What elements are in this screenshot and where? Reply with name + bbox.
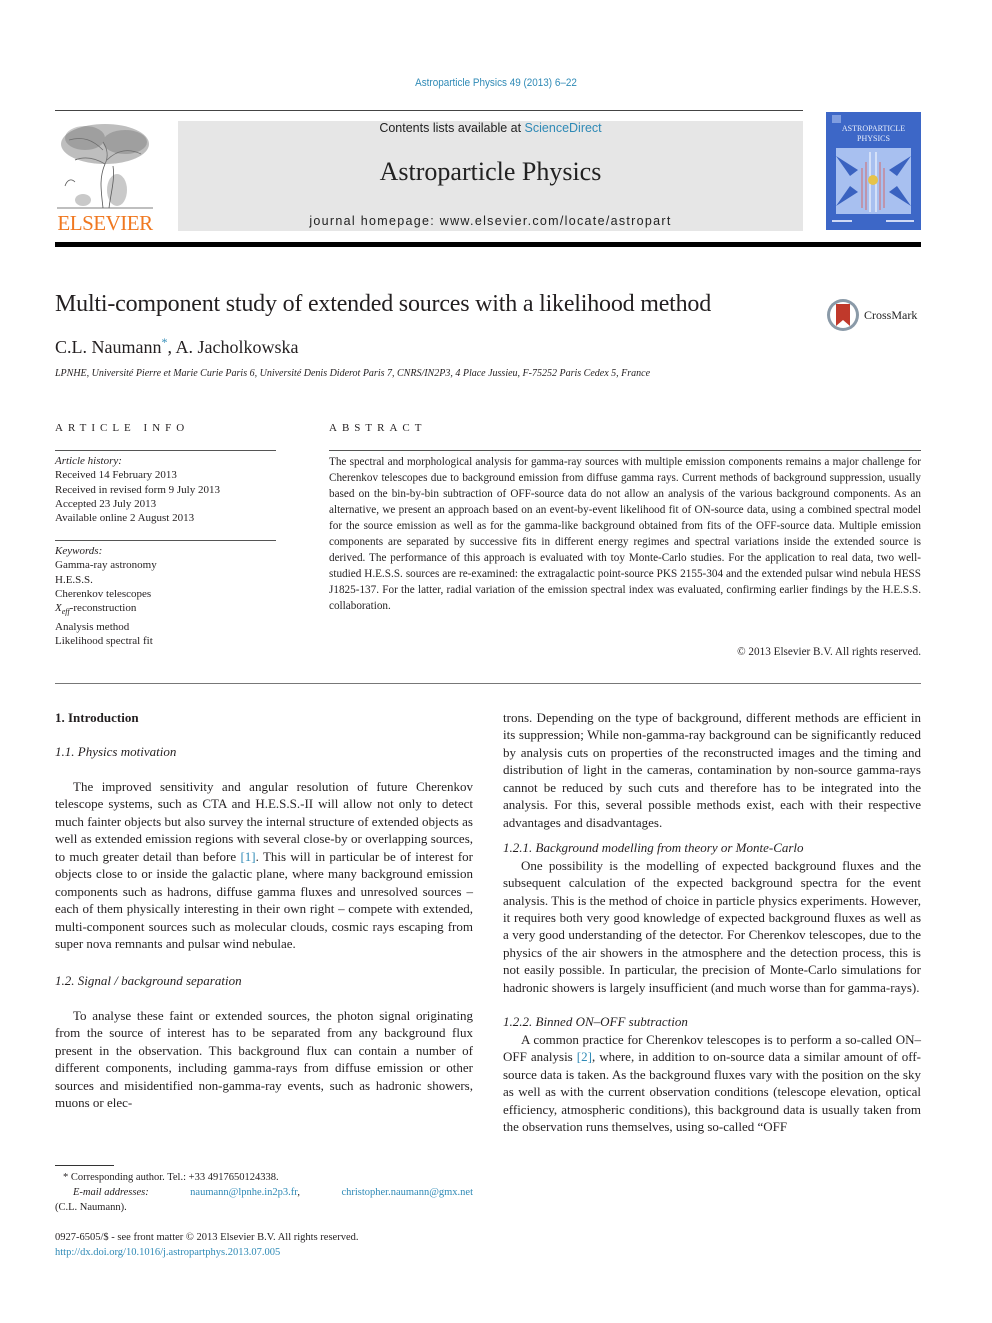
- history-item: Available online 2 August 2013: [55, 512, 195, 525]
- divider: [55, 450, 276, 451]
- footnote-corresponding: * Corresponding author. Tel.: +33 491765…: [55, 1170, 473, 1215]
- history-item: Received 14 February 2013: [55, 469, 177, 482]
- cover-footer-mark: [886, 220, 914, 222]
- author-list: C.L. Naumann*, A. Jacholkowska: [55, 335, 298, 358]
- subsection-heading: 1.2. Signal / background separation: [55, 973, 242, 989]
- email-separator: ,: [297, 1187, 301, 1198]
- keyword-xeff-suffix: -reconstruction: [69, 602, 137, 615]
- citation-link[interactable]: Astroparticle Physics 49 (2013) 6–22: [415, 77, 577, 89]
- subsection-heading: 1.2.1. Background modelling from theory …: [503, 840, 804, 856]
- email-link-2[interactable]: christopher.naumann@gmx.net: [341, 1185, 473, 1200]
- cover-artwork-icon: [836, 148, 911, 214]
- author-name[interactable]: A. Jacholkowska: [176, 337, 299, 357]
- keyword-xeff-sub: eff: [61, 607, 70, 617]
- section-heading: 1. Introduction: [55, 710, 139, 725]
- journal-citation[interactable]: Astroparticle Physics 49 (2013) 6–22: [50, 77, 943, 89]
- author-separator: ,: [167, 337, 176, 357]
- paragraph: A common practice for Cherenkov telescop…: [503, 1031, 921, 1136]
- left-column: 1. Introduction 1.1. Physics motivation …: [55, 709, 473, 1112]
- contents-prefix: Contents lists available at: [379, 121, 525, 135]
- right-column: trons. Depending on the type of backgrou…: [503, 709, 921, 1135]
- email-line: E-mail addresses: naumann@lpnhe.in2p3.fr…: [55, 1185, 473, 1200]
- front-matter-text: 0927-6505/$ - see front matter © 2013 El…: [55, 1232, 359, 1243]
- keyword-xeff-base: X: [55, 602, 62, 615]
- paragraph: One possibility is the modelling of expe…: [503, 857, 921, 995]
- paragraph: trons. Depending on the type of backgrou…: [503, 710, 921, 830]
- paper-title: Multi-component study of extended source…: [55, 291, 712, 317]
- abstract-copyright: © 2013 Elsevier B.V. All rights reserved…: [737, 646, 921, 658]
- affiliation: LPNHE, Université Pierre et Marie Curie …: [55, 368, 651, 379]
- paragraph-text: . This will in particular be of interest…: [55, 848, 473, 951]
- journal-name: Astroparticle Physics: [379, 157, 602, 186]
- header-thick-rule: [55, 242, 921, 247]
- author-name[interactable]: C.L. Naumann: [55, 337, 161, 357]
- history-item: Accepted 23 July 2013: [55, 497, 157, 510]
- reference-link[interactable]: [1]: [240, 849, 255, 864]
- cover-footer-mark: [832, 220, 852, 222]
- keyword: Analysis method: [55, 620, 130, 633]
- journal-banner: Contents lists available at ScienceDirec…: [178, 121, 803, 231]
- contents-line: Contents lists available at ScienceDirec…: [178, 121, 803, 135]
- subsection-heading: 1.1. Physics motivation: [55, 744, 177, 760]
- email-owner: (C.L. Naumann).: [55, 1202, 127, 1213]
- header-rule: [55, 110, 803, 111]
- keyword: Likelihood spectral fit: [55, 634, 153, 647]
- paragraph: The improved sensitivity and angular res…: [55, 778, 473, 953]
- abstract-text: The spectral and morphological analysis …: [329, 456, 921, 612]
- paragraph: To analyse these faint or extended sourc…: [55, 1007, 473, 1111]
- footnote-rule: [55, 1165, 114, 1166]
- history-item: Received in revised form 9 July 2013: [55, 483, 220, 496]
- cover-title: ASTROPARTICLE PHYSICS: [826, 124, 921, 144]
- divider: [329, 450, 921, 451]
- divider: [55, 540, 276, 541]
- subsection-heading: 1.2.2. Binned ON–OFF subtraction: [503, 1014, 688, 1030]
- article-history: Article history: Received 14 February 20…: [55, 454, 220, 525]
- front-matter: 0927-6505/$ - see front matter © 2013 El…: [55, 1230, 473, 1260]
- journal-homepage[interactable]: journal homepage: www.elsevier.com/locat…: [178, 214, 803, 228]
- email-link-1[interactable]: naumann@lpnhe.in2p3.fr: [190, 1187, 297, 1198]
- elsevier-wordmark: ELSEVIER: [57, 211, 153, 235]
- email-label: E-mail addresses:: [73, 1187, 149, 1198]
- keyword: Xeff-reconstruction: [55, 601, 157, 619]
- abstract-heading: ABSTRACT: [329, 422, 427, 434]
- keyword: H.E.S.S.: [55, 573, 93, 586]
- keywords: Keywords: Gamma-ray astronomy H.E.S.S. C…: [55, 544, 157, 648]
- keyword: Cherenkov telescopes: [55, 587, 152, 600]
- crossmark-button[interactable]: CrossMark: [826, 298, 926, 334]
- keyword: Gamma-ray astronomy: [55, 559, 157, 572]
- keywords-label: Keywords:: [55, 545, 103, 557]
- cover-publisher-mark: [832, 115, 841, 123]
- divider: [55, 683, 921, 684]
- cover-title-line1: ASTROPARTICLE: [841, 124, 906, 133]
- email-link[interactable]: naumann@lpnhe.in2p3.fr,: [190, 1185, 300, 1200]
- history-label: Article history:: [55, 455, 122, 467]
- crossmark-label: CrossMark: [864, 308, 918, 322]
- sciencedirect-link[interactable]: ScienceDirect: [525, 121, 602, 135]
- corresponding-author-note: * Corresponding author. Tel.: +33 491765…: [63, 1172, 279, 1183]
- journal-cover[interactable]: ASTROPARTICLE PHYSICS: [826, 112, 921, 230]
- reference-link[interactable]: [2]: [577, 1049, 592, 1064]
- doi-link[interactable]: http://dx.doi.org/10.1016/j.astropartphy…: [55, 1247, 280, 1258]
- article-info-heading: ARTICLE INFO: [55, 422, 190, 434]
- tree-icon: [57, 124, 153, 209]
- cover-title-line2: PHYSICS: [857, 134, 890, 143]
- crossmark-icon: [827, 299, 859, 331]
